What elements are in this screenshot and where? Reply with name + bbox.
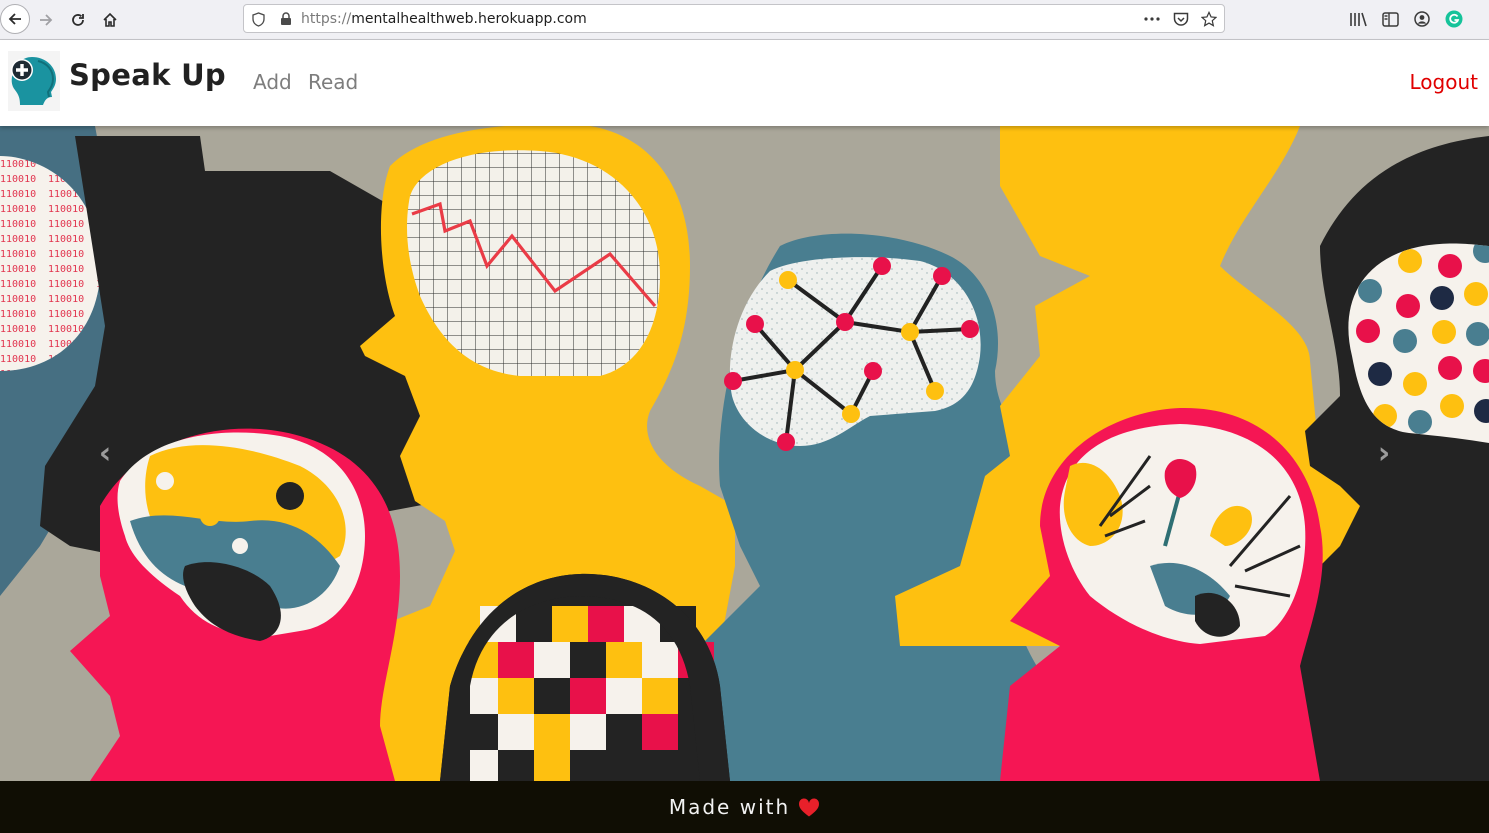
lock-icon[interactable]	[278, 11, 294, 27]
chevron-left-icon: ‹	[98, 436, 112, 471]
logout-link[interactable]: Logout	[1410, 70, 1478, 94]
back-arrow-icon	[8, 13, 21, 25]
pocket-icon[interactable]	[1173, 11, 1189, 27]
forward-button[interactable]	[32, 6, 60, 34]
home-icon	[103, 12, 117, 27]
url-bar[interactable]: https://mentalhealthweb.herokuapp.com	[243, 4, 1225, 33]
hero-carousel: 110010	[0, 126, 1489, 781]
reload-icon	[72, 14, 84, 26]
site-footer: Made with	[0, 781, 1489, 833]
footer-text: Made with	[668, 795, 791, 819]
grammarly-icon[interactable]	[1445, 10, 1463, 28]
url-text[interactable]: https://mentalhealthweb.herokuapp.com	[301, 11, 587, 27]
bookmark-star-icon[interactable]	[1201, 11, 1217, 27]
heart-icon	[798, 797, 820, 817]
carousel-next-button[interactable]: ›	[1279, 126, 1489, 781]
url-scheme: https://	[301, 11, 352, 27]
more-dots-icon[interactable]	[1144, 11, 1160, 27]
chevron-right-icon: ›	[1377, 436, 1391, 471]
reload-button[interactable]	[64, 6, 92, 34]
carousel-prev-button[interactable]: ‹	[0, 126, 210, 781]
browser-toolbar: https://mentalhealthweb.herokuapp.com	[0, 0, 1489, 40]
account-icon[interactable]	[1413, 10, 1431, 28]
nav-read-link[interactable]: Read	[308, 70, 358, 94]
library-icon[interactable]	[1349, 10, 1367, 28]
url-host: mentalhealthweb.herokuapp.com	[351, 11, 587, 27]
nav-add-link[interactable]: Add	[253, 70, 292, 94]
forward-arrow-icon	[40, 14, 53, 26]
sidebar-icon[interactable]	[1381, 10, 1399, 28]
home-button[interactable]	[96, 6, 124, 34]
site-header: Speak Up Add Read Logout	[0, 40, 1489, 126]
brand-title[interactable]: Speak Up	[69, 58, 226, 92]
shield-icon[interactable]	[250, 11, 266, 27]
logo-head-icon[interactable]	[8, 51, 60, 111]
back-button[interactable]	[0, 4, 30, 34]
hero-illustration: 110010	[0, 126, 1489, 781]
